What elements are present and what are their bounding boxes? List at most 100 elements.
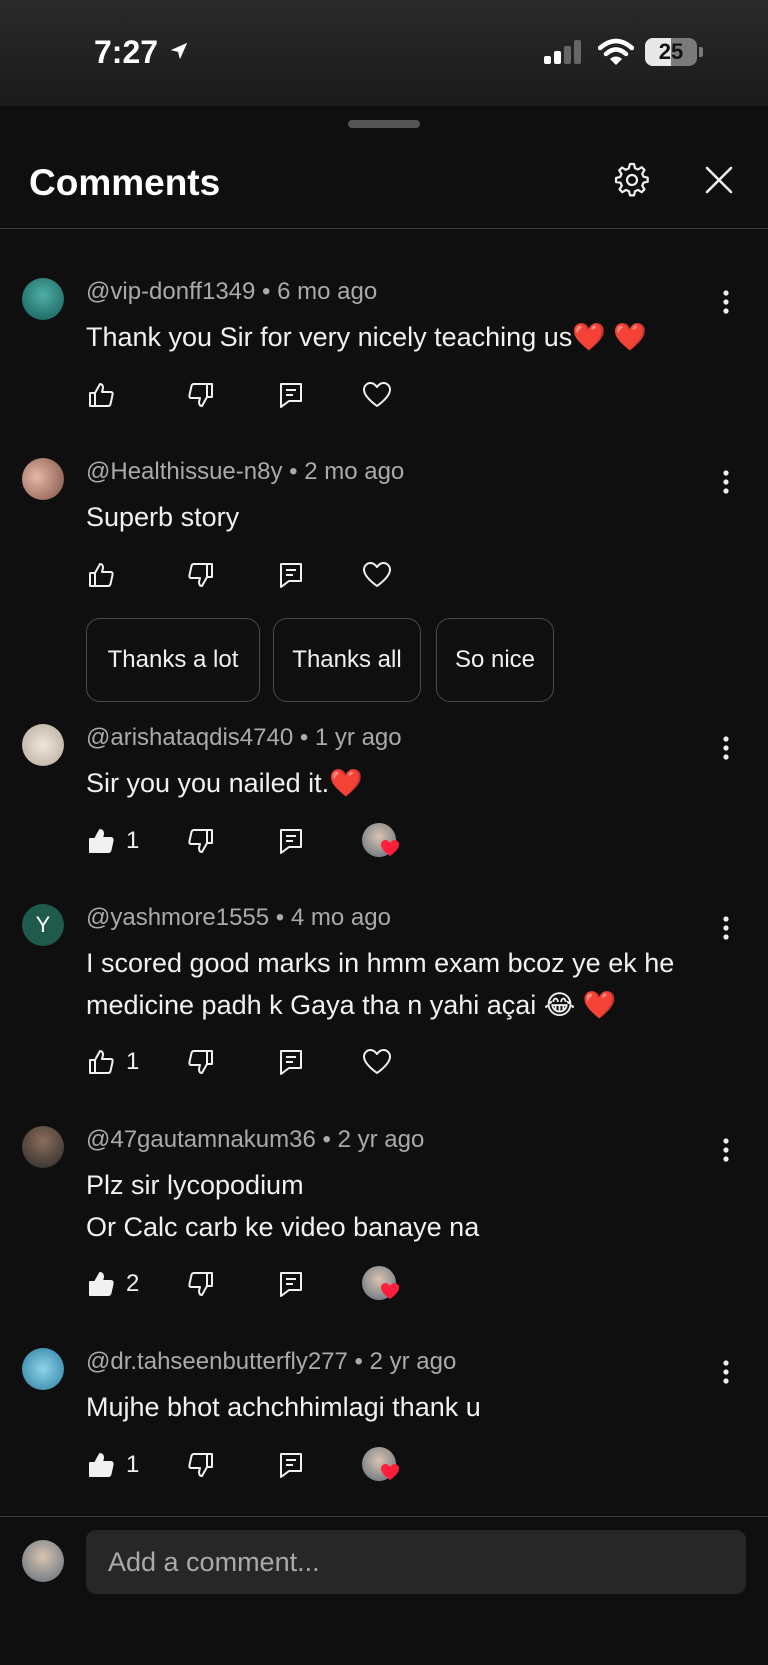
heart-button[interactable] [362, 377, 392, 413]
reply-button[interactable] [276, 1044, 306, 1080]
reply-icon [280, 563, 302, 588]
heart-icon [363, 382, 391, 407]
reply-chip[interactable]: Thanks all [273, 618, 421, 702]
comment-meta[interactable]: @47gautamnakum36 • 2 yr ago [86, 1126, 424, 1154]
status-time: 7:27 [94, 34, 159, 70]
like-count: 1 [126, 1451, 140, 1478]
reply-button[interactable] [276, 823, 306, 859]
wifi-icon [598, 38, 634, 65]
reply-chip[interactable]: Thanks a lot [86, 618, 260, 702]
comment-meta[interactable]: @dr.tahseenbutterfly277 • 2 yr ago [86, 1348, 456, 1376]
dislike-button[interactable] [186, 1044, 216, 1080]
thumbs-up-icon [89, 1272, 114, 1296]
comment-actions: 2 [86, 1266, 586, 1302]
sheet-title: Comments [29, 162, 221, 203]
creator-heart-badge [362, 1447, 399, 1481]
heart-button[interactable] [362, 557, 392, 593]
avatar[interactable]: Y [22, 904, 64, 946]
battery-icon: 25 [645, 38, 703, 66]
dislike-button[interactable] [186, 1266, 216, 1302]
reply-icon [280, 829, 302, 854]
composer-divider [0, 1516, 768, 1517]
comment-text: Plz sir lycopodium Or Calc carb ke video… [86, 1164, 726, 1248]
reply-button[interactable] [276, 1447, 306, 1483]
thumbs-up-icon [89, 829, 114, 853]
comment-meta[interactable]: @yashmore1555 • 4 mo ago [86, 904, 391, 932]
comment-actions: 1 [86, 823, 586, 859]
more-vertical-icon[interactable] [712, 1136, 740, 1164]
thumbs-up-icon [89, 1050, 114, 1074]
close-icon[interactable] [703, 164, 735, 196]
creator-heart-badge [362, 823, 399, 857]
thumbs-up-icon [89, 1453, 114, 1477]
like-button[interactable]: 1 [86, 1447, 139, 1483]
avatar[interactable] [22, 1348, 64, 1390]
more-vertical-icon[interactable] [712, 1358, 740, 1386]
comment-meta[interactable]: @Healthissue-n8y • 2 mo ago [86, 458, 404, 486]
dislike-button[interactable] [186, 557, 216, 593]
comment-actions: 1 [86, 1447, 586, 1483]
avatar [22, 1540, 64, 1582]
comment-meta[interactable]: @arishataqdis4740 • 1 yr ago [86, 724, 402, 752]
comment-text: Mujhe bhot achchhimlagi thank u [86, 1392, 481, 1422]
add-comment-input[interactable] [86, 1530, 746, 1594]
like-count: 2 [126, 1270, 140, 1297]
avatar[interactable] [22, 724, 64, 766]
like-button[interactable]: 1 [86, 1044, 139, 1080]
reply-chip[interactable]: So nice [436, 618, 554, 702]
comment-text: I scored good marks in hmm exam bcoz ye … [86, 948, 675, 1020]
status-bar: 7:27 25 [0, 0, 768, 106]
like-button[interactable]: 2 [86, 1266, 139, 1302]
heart-icon [381, 1464, 399, 1480]
comment-text: Thank you Sir for very nicely teaching u… [86, 322, 647, 352]
thumbs-down-icon [188, 1272, 213, 1296]
battery-level: 25 [658, 39, 684, 64]
dislike-button[interactable] [186, 1447, 216, 1483]
dislike-button[interactable] [186, 823, 216, 859]
thumbs-down-icon [188, 563, 213, 587]
reply-icon [280, 383, 302, 408]
reply-button[interactable] [276, 557, 306, 593]
creator-heart-badge [362, 1266, 399, 1300]
comment-line: Plz sir lycopodium [86, 1170, 304, 1200]
location-arrow-icon [170, 42, 188, 60]
like-button[interactable]: 1 [86, 823, 139, 859]
comment-line: Or Calc carb ke video banaye na [86, 1212, 480, 1242]
comment-actions [86, 557, 586, 593]
drag-handle[interactable] [348, 120, 420, 128]
more-vertical-icon[interactable] [712, 914, 740, 942]
reply-icon [280, 1272, 302, 1297]
header-divider [0, 228, 768, 229]
heart-icon [363, 562, 391, 587]
thumbs-down-icon [188, 1453, 213, 1477]
heart-icon [381, 840, 399, 856]
reply-icon [280, 1453, 302, 1478]
heart-button[interactable] [362, 1044, 392, 1080]
reply-icon [280, 1050, 302, 1075]
avatar[interactable] [22, 1126, 64, 1168]
avatar-letter: Y [35, 912, 51, 937]
heart-icon [363, 1049, 391, 1074]
like-count: 1 [126, 1048, 140, 1075]
reply-button[interactable] [276, 1266, 306, 1302]
dislike-button[interactable] [186, 377, 216, 413]
comment-meta[interactable]: @vip-donff1349 • 6 mo ago [86, 278, 377, 306]
heart-icon [381, 1283, 399, 1299]
comment-text: Sir you you nailed it.❤️ [86, 768, 363, 798]
more-vertical-icon[interactable] [712, 288, 740, 316]
avatar[interactable] [22, 278, 64, 320]
thumbs-down-icon [188, 1050, 213, 1074]
more-vertical-icon[interactable] [712, 734, 740, 762]
like-count: 1 [126, 827, 140, 854]
gear-icon[interactable] [614, 162, 650, 198]
thumbs-down-icon [188, 829, 213, 853]
thumbs-up-icon [89, 383, 114, 407]
comment-actions [86, 377, 586, 413]
like-button[interactable] [86, 557, 116, 593]
thumbs-up-icon [89, 563, 114, 587]
more-vertical-icon[interactable] [712, 468, 740, 496]
thumbs-down-icon [188, 383, 213, 407]
reply-button[interactable] [276, 377, 306, 413]
like-button[interactable] [86, 377, 116, 413]
avatar[interactable] [22, 458, 64, 500]
